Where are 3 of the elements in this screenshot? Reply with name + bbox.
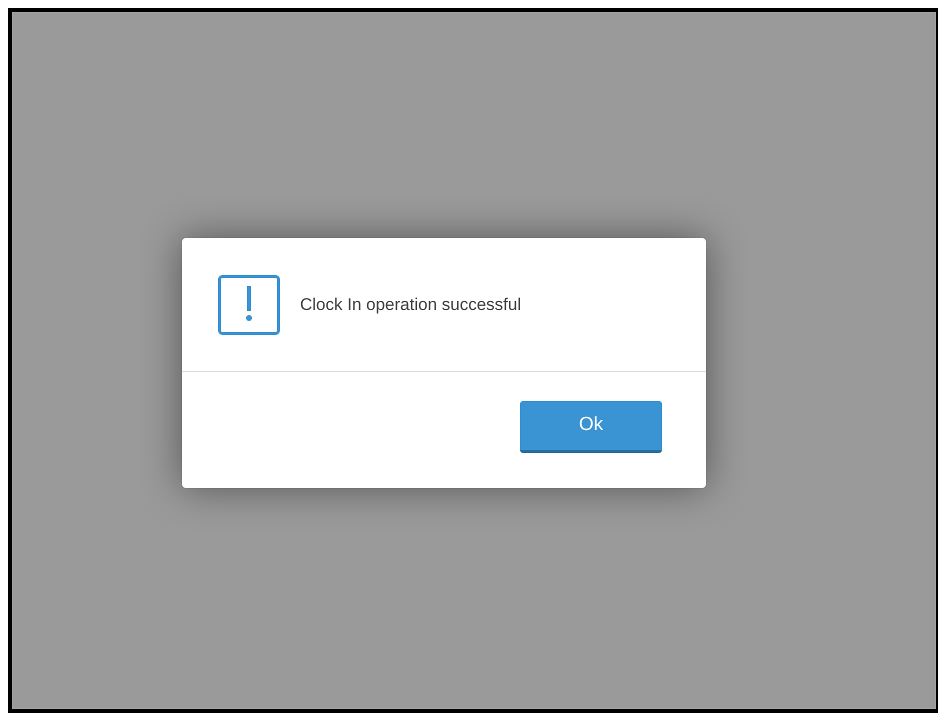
alert-message: Clock In operation successful bbox=[300, 294, 522, 316]
ok-button[interactable]: Ok bbox=[520, 401, 662, 453]
exclamation-icon bbox=[218, 274, 280, 334]
